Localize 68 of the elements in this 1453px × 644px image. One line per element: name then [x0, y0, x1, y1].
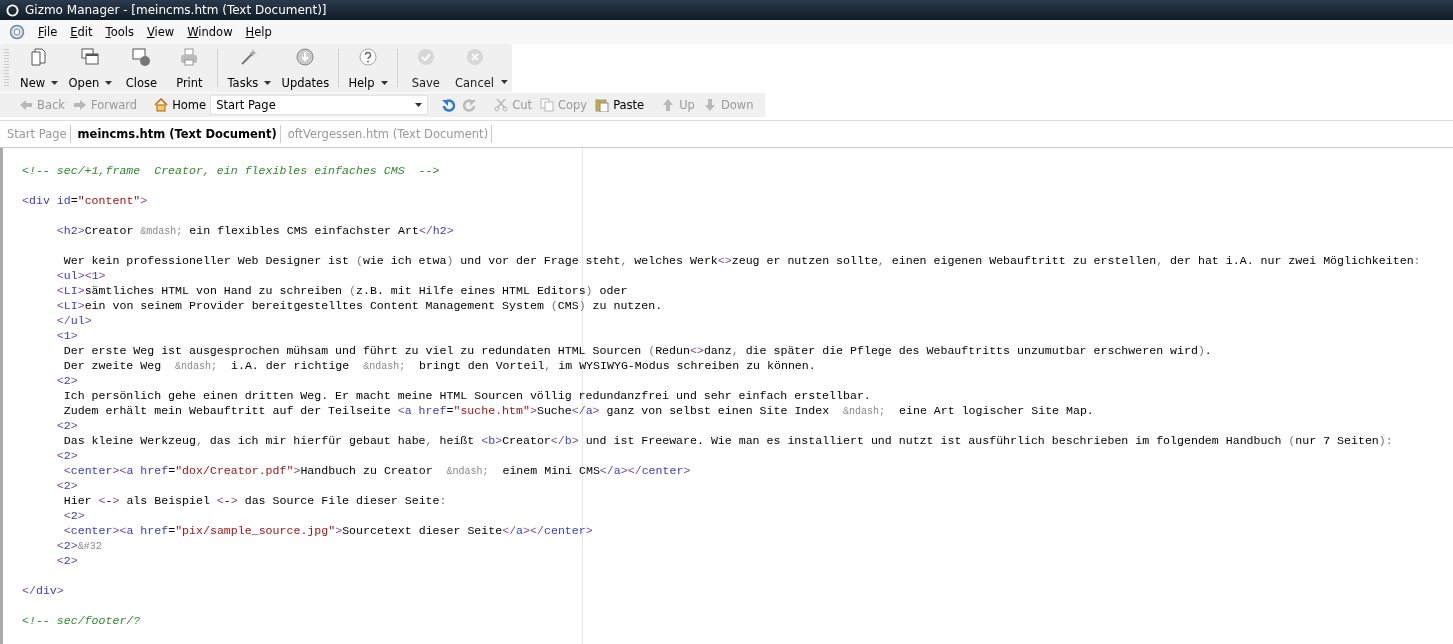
app-icon — [6, 3, 19, 17]
home-icon — [154, 98, 169, 112]
code-line: Ich persönlich gehe einen dritten Weg. Er macht meine HTML Sourcen völlig redundanzfrei und sehr einfach erstellbar. — [62, 388, 871, 403]
code-line: Das kleine Werkzeug, das ich mir hierfür gebaut habe, heißt <b>Creator</b> und ist Freeware. Wie man es installiert und nutzt ist ausführlich beschrieben im folgendem Handbuch (nur 7 Seiten): — [62, 433, 1393, 448]
document-tab[interactable]: meincms.htm (Text Document) — [70, 125, 281, 143]
cancel-icon — [464, 47, 485, 67]
code-line: <div id="content"> — [22, 193, 148, 208]
dropdown-caret-icon — [380, 81, 388, 85]
code-line: <2> — [62, 508, 85, 523]
code-line: </div> — [22, 583, 64, 598]
code-line: <h2>Creator &mdash; ein flexibles CMS einfachster Art</h2> — [55, 223, 454, 238]
code-line: <LI>ein von seinem Provider bereitgestelltes Content Management System (CMS) zu nutzen. — [55, 298, 663, 313]
redo-icon — [463, 98, 478, 112]
toolbar-button[interactable]: Updates — [276, 46, 335, 90]
code-comment: <!-- sec/footer/? — [22, 613, 141, 628]
address-combo-box[interactable]: Start Page — [210, 95, 429, 115]
overflow-caret-icon[interactable] — [501, 80, 508, 84]
right-arrow-icon — [72, 98, 87, 112]
dropdown-caret-icon — [415, 103, 423, 107]
code-line: <center><a href="dox/Creator.pdf">Handbuch zu Creator &ndash; einem Mini CMS</a></center> — [62, 463, 691, 478]
toolbar-button[interactable]: Paste — [591, 95, 649, 115]
menu-item[interactable]: View — [146, 25, 175, 39]
code-line: Zudem erhält mein Webauftritt auf der Teilseite <a href="suche.htm">Suche</a> ganz von selbst einen Site Index &ndash; eine Art logischer Site Map. — [62, 403, 1094, 418]
copy-icon — [539, 98, 554, 112]
clipboard-icon — [595, 98, 610, 112]
code-line: <1> — [55, 328, 78, 343]
down-arrow-icon — [702, 98, 717, 112]
help-icon — [358, 47, 378, 67]
toolbar-button[interactable]: Print — [165, 46, 214, 90]
menu-item[interactable]: File — [38, 25, 58, 39]
left-arrow-icon — [19, 98, 33, 112]
code-line: <2> — [55, 448, 78, 463]
checkmark-icon — [415, 47, 436, 67]
code-line: <2> — [55, 553, 78, 568]
code-line: <2> — [55, 373, 78, 388]
toolbar-button[interactable]: Help — [343, 46, 393, 90]
code-line: <LI>sämtliches HTML von Hand zu schreiben (z.B. mit Hilfe eines HTML Editors) oder — [55, 283, 628, 298]
code-line: <ul><1> — [55, 268, 106, 283]
code-line: Der zweite Weg &ndash; i.A. der richtige &ndash; bringt den Vorteil, im WYSIWYG-Modus schreiben zu können. — [62, 358, 816, 373]
toolbar-button[interactable]: Tasks — [222, 46, 277, 90]
windows-icon — [80, 47, 101, 67]
window-close-icon — [131, 47, 152, 67]
code-line: Hier <-> als Beispiel <-> das Source File dieser Seite: — [62, 493, 447, 508]
toolbar-button[interactable]: Home — [150, 95, 211, 115]
toolbar-button[interactable]: Open — [63, 46, 118, 90]
code-line: <center><a href="pix/sample_source.jpg">Sourcetext dieser Seite</a></center> — [62, 523, 593, 538]
dropdown-caret-icon — [51, 81, 59, 85]
printer-icon — [179, 47, 200, 67]
menu-item[interactable]: Help — [245, 25, 272, 39]
toolbar-button[interactable]: Close — [117, 46, 166, 90]
up-arrow-icon — [661, 98, 676, 112]
code-line: Wer kein professioneller Web Designer ist (wie ich etwa) und vor der Frage steht, welches Werk<>zeug er nutzen sollte, einen eigenen Webauftritt zu erstellen, der hat i.A. nur zwei Möglichkeiten: — [62, 253, 1421, 268]
menu-item[interactable]: Window — [187, 25, 233, 39]
dropdown-caret-icon — [105, 81, 113, 85]
menu-item[interactable]: Edit — [70, 25, 93, 39]
code-line: <2> — [55, 418, 78, 433]
code-line: </ul> — [55, 313, 92, 328]
scissors-icon — [494, 98, 509, 112]
code-line: <2> — [55, 478, 78, 493]
menu-item[interactable]: Tools — [105, 25, 134, 39]
code-line: <2>&#32 — [55, 538, 102, 553]
dropdown-caret-icon — [264, 81, 272, 85]
app-icon — [9, 24, 25, 40]
toolbar-button[interactable]: New — [14, 46, 64, 90]
undo-icon — [441, 98, 456, 112]
code-comment: <!-- sec/+1,frame Creator, ein flexibles einfaches CMS --> — [22, 163, 440, 178]
code-line: Der erste Weg ist ausgesprochen mühsam und führt zu viel zu redundaten HTML Sourcen (Redun<>danz, die später die Pflege des Webauftritts unzumutbar erschweren wird). — [62, 343, 1212, 358]
window-title: Gizmo Manager - [meincms.htm (Text Document)] — [25, 3, 327, 17]
